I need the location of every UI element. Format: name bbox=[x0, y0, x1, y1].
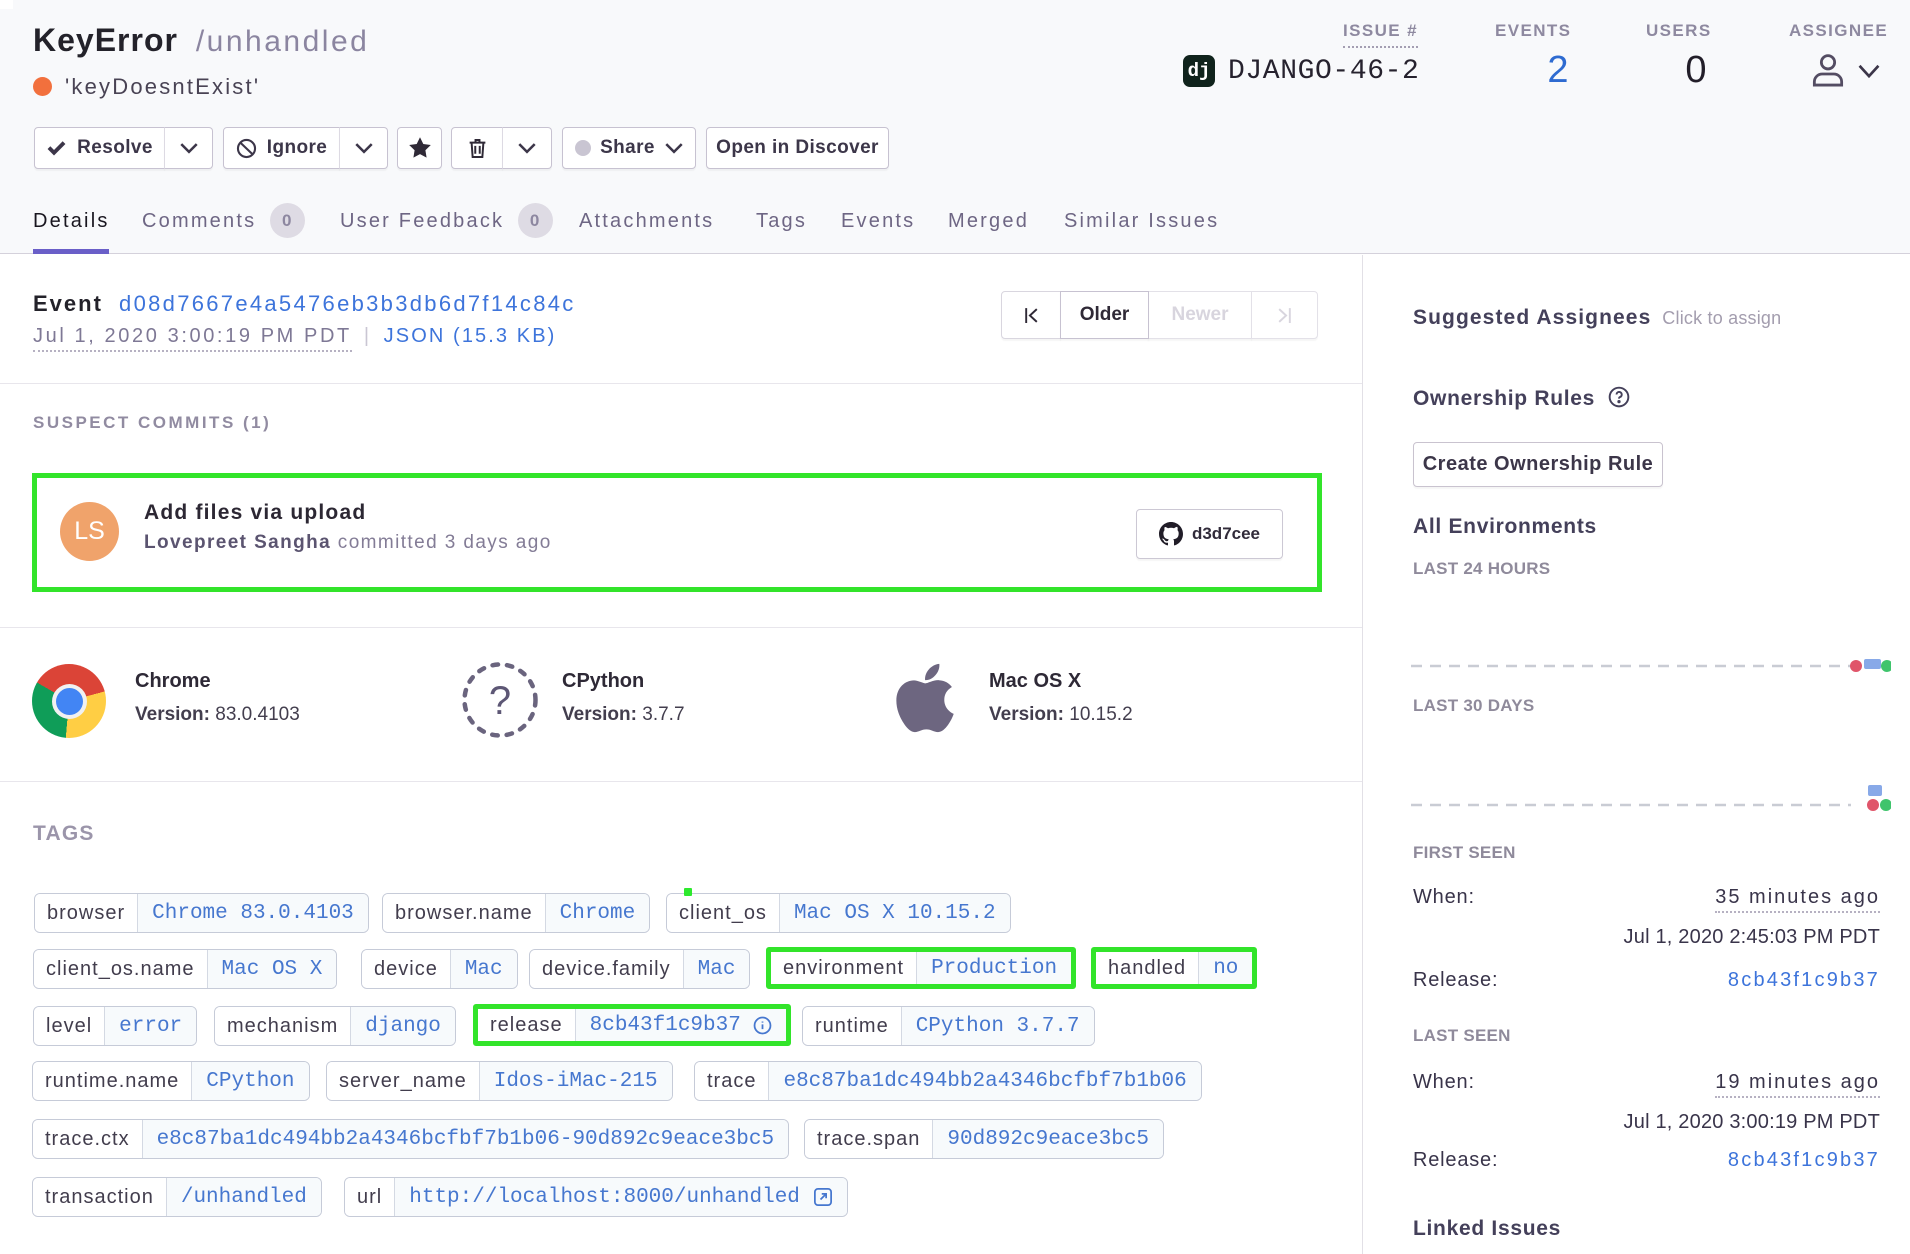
svg-text:?: ? bbox=[489, 679, 511, 723]
